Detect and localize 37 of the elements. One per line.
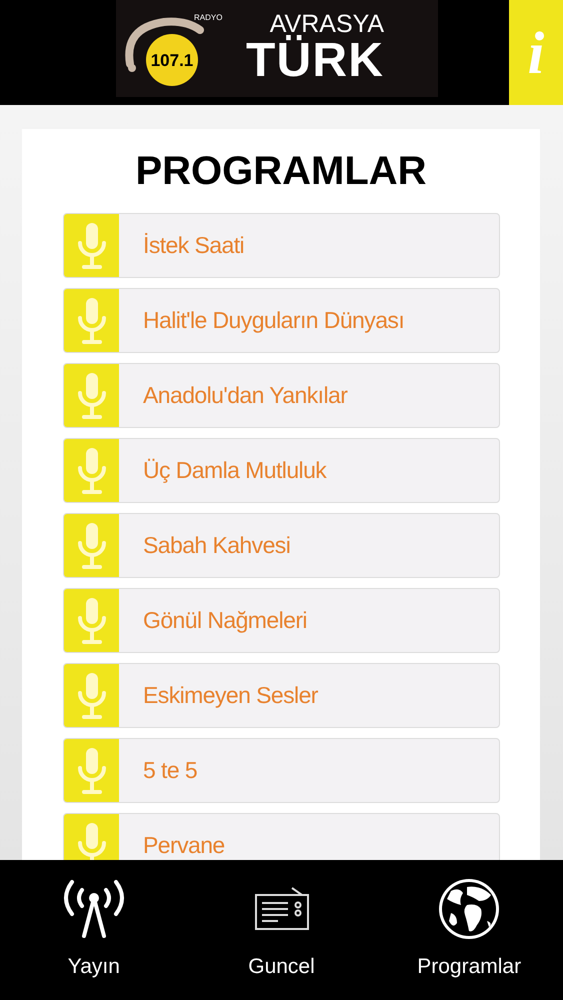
nav-tab[interactable]: Yayın xyxy=(0,860,188,1000)
program-item[interactable]: Halit'le Duyguların Dünyası xyxy=(63,288,500,353)
info-button[interactable]: i xyxy=(509,0,563,105)
program-name: İstek Saati xyxy=(143,231,244,260)
program-name: Pervane xyxy=(143,831,225,860)
microphone-icon xyxy=(76,446,106,496)
radio-icon xyxy=(254,886,310,932)
program-name: Eskimeyen Sesler xyxy=(143,681,318,710)
program-item[interactable]: Sabah Kahvesi xyxy=(63,513,500,578)
program-name: 5 te 5 xyxy=(143,756,198,786)
microphone-icon xyxy=(76,596,106,646)
program-item[interactable]: Üç Damla Mutluluk xyxy=(63,438,500,503)
microphone-icon xyxy=(76,670,106,720)
nav-tab[interactable]: Guncel xyxy=(188,860,376,1000)
program-item[interactable]: Gönül Nağmeleri xyxy=(63,588,500,653)
microphone-icon xyxy=(76,370,106,420)
program-name: Halit'le Duyguların Dünyası xyxy=(143,306,404,336)
logo-frequency: 107.1 xyxy=(150,52,194,68)
logo-title: TÜRK xyxy=(246,37,384,85)
page-title: PROGRAMLAR xyxy=(134,151,428,191)
antenna-icon xyxy=(62,878,126,940)
microphone-icon xyxy=(76,220,106,270)
program-item[interactable]: Anadolu'dan Yankılar xyxy=(63,363,500,428)
microphone-icon xyxy=(76,520,106,570)
globe-icon xyxy=(437,877,502,942)
logo-radyo: RADYO xyxy=(194,12,222,24)
microphone-icon xyxy=(76,296,106,346)
program-item[interactable]: İstek Saati xyxy=(63,213,500,278)
program-name: Anadolu'dan Yankılar xyxy=(143,381,348,410)
program-name: Üç Damla Mutluluk xyxy=(143,456,326,486)
program-item[interactable]: 5 te 5 xyxy=(63,738,500,803)
program-item[interactable]: Eskimeyen Sesler xyxy=(63,663,500,728)
program-name: Sabah Kahvesi xyxy=(143,531,290,560)
microphone-icon xyxy=(76,746,106,796)
program-item[interactable]: Pervane xyxy=(63,813,500,860)
nav-tab[interactable]: Programlar xyxy=(375,860,563,1000)
program-name: Gönül Nağmeleri xyxy=(143,606,307,636)
